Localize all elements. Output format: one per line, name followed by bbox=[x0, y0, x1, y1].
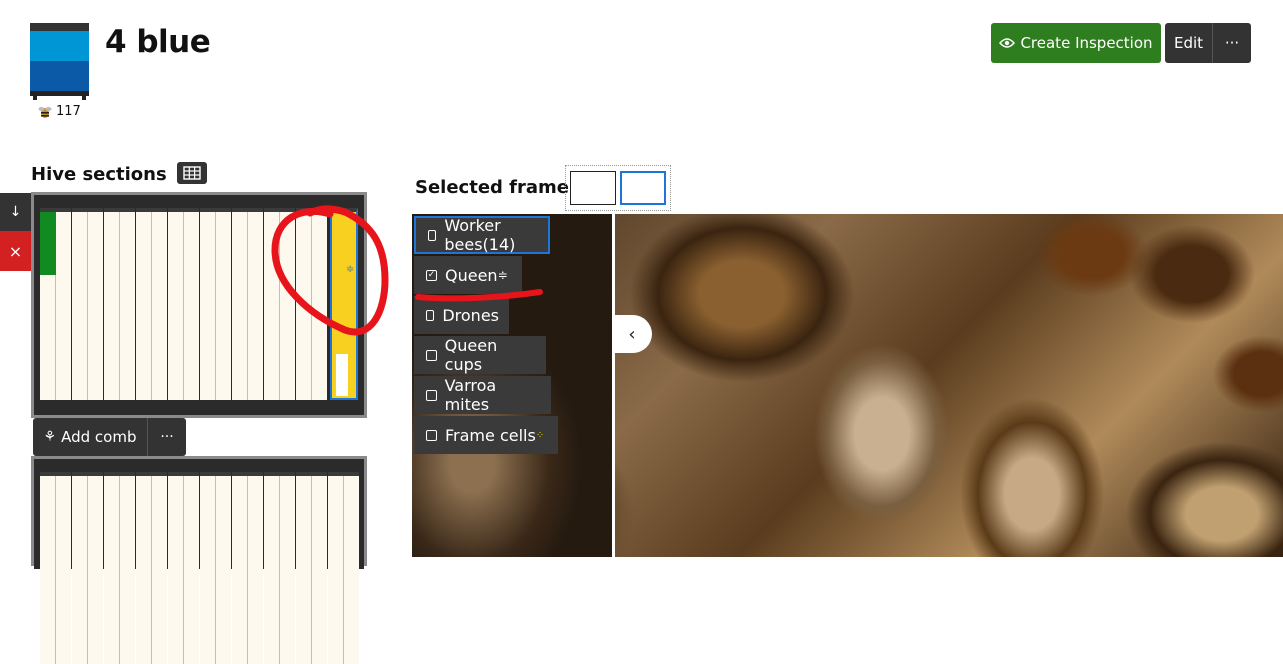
delete-section-button[interactable]: × bbox=[0, 231, 31, 271]
add-comb-button[interactable]: ⚘ Add comb bbox=[33, 418, 147, 456]
frame[interactable] bbox=[232, 208, 263, 400]
comb-more-button[interactable]: ··· bbox=[147, 418, 186, 456]
frame[interactable] bbox=[104, 472, 135, 664]
frame-rack-lower bbox=[34, 459, 364, 664]
page-title: 4 blue bbox=[105, 24, 211, 60]
frame[interactable] bbox=[40, 472, 71, 664]
frame-side-toggle bbox=[565, 165, 671, 211]
frame[interactable] bbox=[136, 208, 167, 400]
frame[interactable] bbox=[136, 472, 167, 664]
frame[interactable] bbox=[296, 208, 327, 400]
photo-divider bbox=[612, 214, 615, 557]
close-icon: × bbox=[8, 241, 23, 261]
frame-rack: ≑ bbox=[34, 195, 364, 415]
selected-frame-title: Selected frame bbox=[415, 177, 570, 198]
frame[interactable] bbox=[328, 472, 359, 664]
frame[interactable] bbox=[168, 472, 199, 664]
checkbox-checked-icon[interactable]: ✓ bbox=[426, 269, 437, 281]
frame[interactable] bbox=[264, 472, 295, 664]
hive-sections-title: Hive sections bbox=[31, 164, 167, 185]
bee-icon bbox=[38, 106, 52, 118]
arrow-down-icon: ↓ bbox=[9, 204, 22, 220]
table-view-icon[interactable] bbox=[177, 162, 207, 184]
frame[interactable] bbox=[232, 472, 263, 664]
tag-queen-cups[interactable]: Queen cups bbox=[414, 336, 546, 374]
frame[interactable] bbox=[72, 208, 103, 400]
bee-count: 117 bbox=[38, 104, 81, 119]
tag-label: Queen cups bbox=[444, 336, 498, 374]
frame-side-right[interactable] bbox=[620, 171, 666, 205]
move-down-button[interactable]: ↓ bbox=[0, 193, 31, 231]
frame-selected[interactable]: ≑ bbox=[330, 208, 358, 400]
tag-drones[interactable]: Drones bbox=[414, 296, 509, 334]
queen-bee-icon: ≑ bbox=[497, 268, 508, 282]
frame[interactable] bbox=[264, 208, 295, 400]
brood-indicator bbox=[40, 212, 56, 275]
checkbox-icon[interactable] bbox=[428, 229, 437, 241]
hive-box-lower[interactable] bbox=[31, 456, 367, 664]
add-comb-label: Add comb bbox=[61, 428, 137, 446]
hive-box-upper[interactable]: ≑ bbox=[31, 192, 367, 418]
checkbox-icon[interactable] bbox=[426, 349, 437, 361]
tag-worker-bees[interactable]: Worker bees(14) bbox=[414, 216, 550, 254]
tag-label: Frame cells bbox=[445, 425, 536, 445]
cells-dots-icon: ⁘ bbox=[535, 429, 545, 441]
tag-label: Drones bbox=[442, 305, 499, 325]
comb-icon: ⚘ bbox=[43, 429, 57, 445]
edit-button[interactable]: Edit bbox=[1165, 23, 1212, 63]
frame[interactable] bbox=[200, 472, 231, 664]
eye-icon bbox=[999, 38, 1016, 48]
tag-label: Varroa mites bbox=[444, 376, 497, 414]
frame-side-left[interactable] bbox=[570, 171, 616, 205]
tag-queen[interactable]: ✓ Queen ≑ bbox=[414, 256, 522, 294]
checkbox-icon[interactable] bbox=[426, 309, 435, 321]
create-inspection-label: Create Inspection bbox=[1020, 34, 1153, 52]
frame[interactable] bbox=[72, 472, 103, 664]
bee-count-value: 117 bbox=[56, 104, 81, 119]
queen-icon: ≑ bbox=[346, 264, 355, 275]
chevron-left-icon: ‹ bbox=[628, 323, 636, 345]
tag-varroa-mites[interactable]: Varroa mites bbox=[414, 376, 551, 414]
checkbox-icon[interactable] bbox=[426, 389, 437, 401]
more-actions-button[interactable]: ··· bbox=[1212, 23, 1251, 63]
tag-frame-cells[interactable]: Frame cells ⁘ bbox=[414, 416, 558, 454]
checkbox-icon[interactable] bbox=[426, 429, 437, 441]
frame[interactable] bbox=[104, 208, 135, 400]
create-inspection-button[interactable]: Create Inspection bbox=[991, 23, 1161, 63]
frame[interactable] bbox=[168, 208, 199, 400]
collapse-panel-button[interactable]: ‹ bbox=[612, 315, 652, 353]
tag-label: Worker bees(14) bbox=[444, 216, 516, 254]
frame[interactable] bbox=[200, 208, 231, 400]
hive-icon bbox=[30, 23, 89, 100]
tag-label: Queen bbox=[445, 265, 498, 285]
frame[interactable] bbox=[296, 472, 327, 664]
